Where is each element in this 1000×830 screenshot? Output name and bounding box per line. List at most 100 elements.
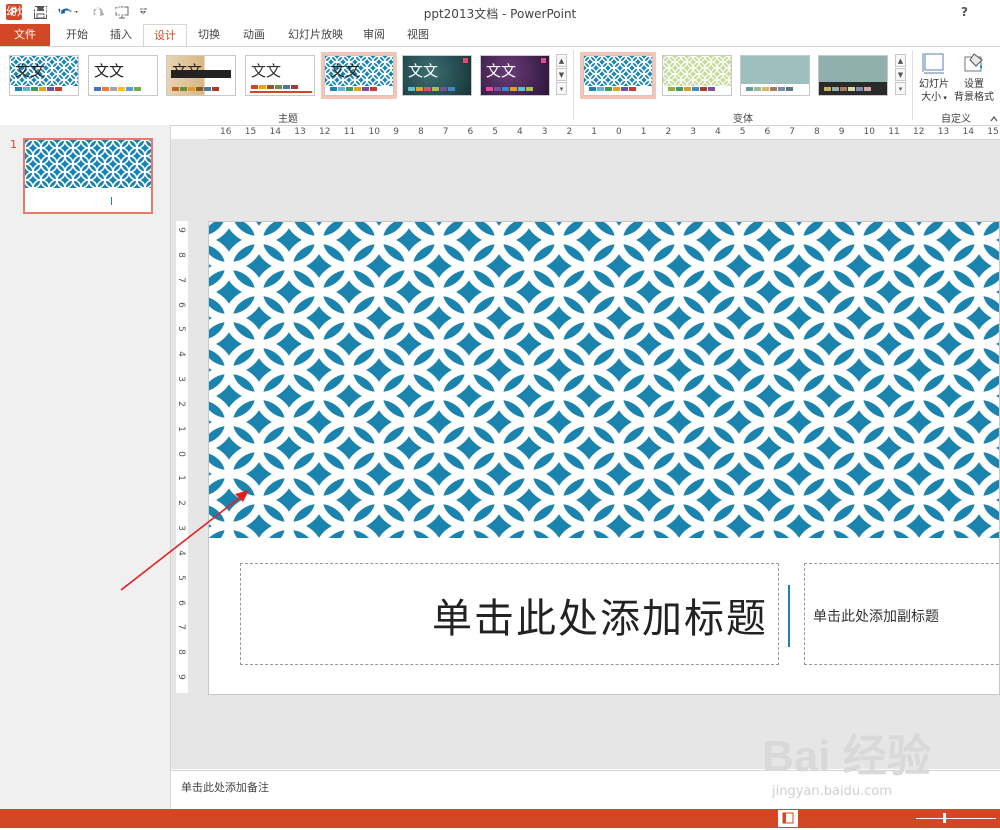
comments-button[interactable]: 批注 <box>734 3 756 19</box>
zoom-out-icon[interactable]: − <box>904 3 914 15</box>
tab-review[interactable]: 审阅 <box>353 24 395 46</box>
slide-background-pattern <box>209 222 999 538</box>
ribbon-divider <box>912 50 913 120</box>
ruler-tick-label: 2 <box>175 401 186 407</box>
horizontal-ruler-ticks: 16 15 14 13 12 11 10 9 8 7 6 5 4 3 2 1 0 1 2 3 4 5 6 7 8 9 10 11 12 1… <box>208 127 1000 139</box>
ruler-tick-label: 8 <box>418 127 424 137</box>
ruler-tick-label: 3 <box>541 127 548 137</box>
theme-gallery-more-icon[interactable]: ▾ <box>556 82 567 95</box>
theme-thumbnail[interactable]: 文文 <box>402 55 472 96</box>
variant-thumbnail[interactable] <box>740 55 810 96</box>
ruler-tick-label: 8 <box>175 251 186 258</box>
format-background-label-2: 背景格式 <box>954 92 994 103</box>
theme-gallery-up-icon[interactable]: ▲ <box>556 54 567 67</box>
tab-file[interactable]: 文件 <box>0 24 50 46</box>
zoom-slider[interactable] <box>916 818 996 819</box>
tab-design[interactable]: 设计 <box>143 24 187 47</box>
ruler-tick-label: 9 <box>175 674 186 681</box>
slide-canvas[interactable]: 单击此处添加标题 单击此处添加副标题 <box>208 221 1000 695</box>
collapse-ribbon-icon[interactable] <box>990 113 998 122</box>
ruler-tick-label: 0 <box>616 127 622 137</box>
theme-thumbnail[interactable]: 文文 <box>166 55 236 96</box>
ruler-tick-label: 1 <box>640 127 647 137</box>
ruler-tick-label: 9 <box>175 227 186 233</box>
slideshow-view-icon[interactable] <box>872 3 886 18</box>
tab-slideshow[interactable]: 幻灯片放映 <box>278 24 353 46</box>
slide-thumbnail[interactable] <box>23 138 153 214</box>
ruler-tick-label: 1 <box>175 425 186 432</box>
ruler-tick-label: 14 <box>962 127 974 137</box>
theme-sample-text: 文文 <box>94 62 125 80</box>
ruler-tick-label: 12 <box>319 127 331 137</box>
notes-toggle-icon[interactable]: ≙ <box>668 3 677 16</box>
ruler-tick-label: 13 <box>294 127 306 137</box>
ruler-tick-label: 1 <box>591 127 597 137</box>
subtitle-placeholder[interactable]: 单击此处添加副标题 <box>804 563 999 665</box>
ruler-tick-label: 5 <box>175 326 186 333</box>
tab-insert[interactable]: 插入 <box>100 24 142 46</box>
ruler-tick-label: 12 <box>913 127 925 137</box>
group-label-themes: 主题 <box>278 114 298 125</box>
variant-gallery-down-icon[interactable]: ▼ <box>895 68 906 81</box>
slide-sorter-view-icon[interactable] <box>812 3 824 18</box>
comments-icon[interactable]: ▮ <box>720 3 726 16</box>
theme-gallery-down-icon[interactable]: ▼ <box>556 68 567 81</box>
ruler-tick-label: 6 <box>175 301 186 308</box>
format-background-button[interactable]: 设置 背景格式 <box>952 52 996 104</box>
ruler-tick-label: 7 <box>175 276 186 283</box>
status-bar <box>0 809 1000 828</box>
ruler-tick-label: 4 <box>715 127 721 137</box>
spell-check-icon[interactable] <box>133 3 145 18</box>
slide-number: 1 <box>10 138 17 151</box>
ruler-tick-label: 4 <box>175 351 186 358</box>
language-status[interactable]: 中文(中国) <box>159 3 212 19</box>
variant-gallery-more-icon[interactable]: ▾ <box>895 82 906 95</box>
vertical-ruler-ticks: 9876543210123456789 <box>176 221 188 693</box>
help-icon[interactable]: ? <box>961 5 968 19</box>
ruler-tick-label: 11 <box>343 127 356 137</box>
tab-home[interactable]: 开始 <box>56 24 98 46</box>
theme-thumbnail[interactable]: 文文 <box>88 55 158 96</box>
group-label-variants: 变体 <box>733 114 753 125</box>
variant-thumbnail[interactable] <box>818 55 888 96</box>
variant-gallery-up-icon[interactable]: ▲ <box>895 54 906 67</box>
title-placeholder-text: 单击此处添加标题 <box>432 596 768 642</box>
title-placeholder[interactable]: 单击此处添加标题 <box>240 563 779 665</box>
normal-view-button[interactable] <box>778 810 798 827</box>
reading-view-icon[interactable] <box>841 3 855 18</box>
theme-sample-text: 文文 <box>251 62 282 80</box>
theme-thumbnail[interactable]: 文文 <box>245 55 315 96</box>
ruler-tick-label: 6 <box>175 599 186 606</box>
ruler-tick-label: 6 <box>764 127 771 137</box>
ruler-tick-label: 3 <box>690 127 696 137</box>
slide-count-status[interactable]: 幻灯片 第 1 张，共 1 张 <box>6 3 125 19</box>
slide-size-label-2: 大小 <box>921 92 942 103</box>
theme-thumbnail[interactable]: 文文 <box>480 55 550 96</box>
ruler-tick-label: 8 <box>814 127 820 137</box>
ruler-tick-label: 9 <box>393 127 399 137</box>
slide-size-button[interactable]: 幻灯片 大小 ▾ <box>916 52 952 105</box>
ruler-tick-label: 9 <box>838 127 845 137</box>
ruler-tick-label: 7 <box>175 624 186 631</box>
ribbon-divider <box>573 50 574 120</box>
ruler-tick-label: 16 <box>220 127 232 137</box>
slide-size-label-1: 幻灯片 <box>919 79 949 90</box>
theme-sample-text: 文文 <box>330 62 361 80</box>
notes-toggle-button[interactable]: 备注 <box>682 3 704 19</box>
variant-thumbnail-selected[interactable] <box>580 52 656 99</box>
theme-thumbnail[interactable]: 文文 <box>9 55 79 96</box>
theme-sample-text: 文文 <box>15 62 46 80</box>
ruler-tick-label: 10 <box>368 127 380 137</box>
tab-view[interactable]: 视图 <box>397 24 439 46</box>
variant-thumbnail[interactable] <box>662 55 732 96</box>
ruler-tick-label: 14 <box>269 127 281 137</box>
zoom-slider-thumb[interactable] <box>943 813 946 823</box>
format-background-label-1: 设置 <box>964 79 984 90</box>
tab-animations[interactable]: 动画 <box>233 24 275 46</box>
ruler-tick-label: 7 <box>789 127 795 137</box>
ruler-tick-label: 15 <box>987 127 999 137</box>
theme-sample-text: 文文 <box>172 62 203 80</box>
tab-transitions[interactable]: 切换 <box>188 24 230 46</box>
normal-view-icon <box>782 812 794 824</box>
theme-thumbnail-selected[interactable]: 文文 <box>321 52 397 99</box>
